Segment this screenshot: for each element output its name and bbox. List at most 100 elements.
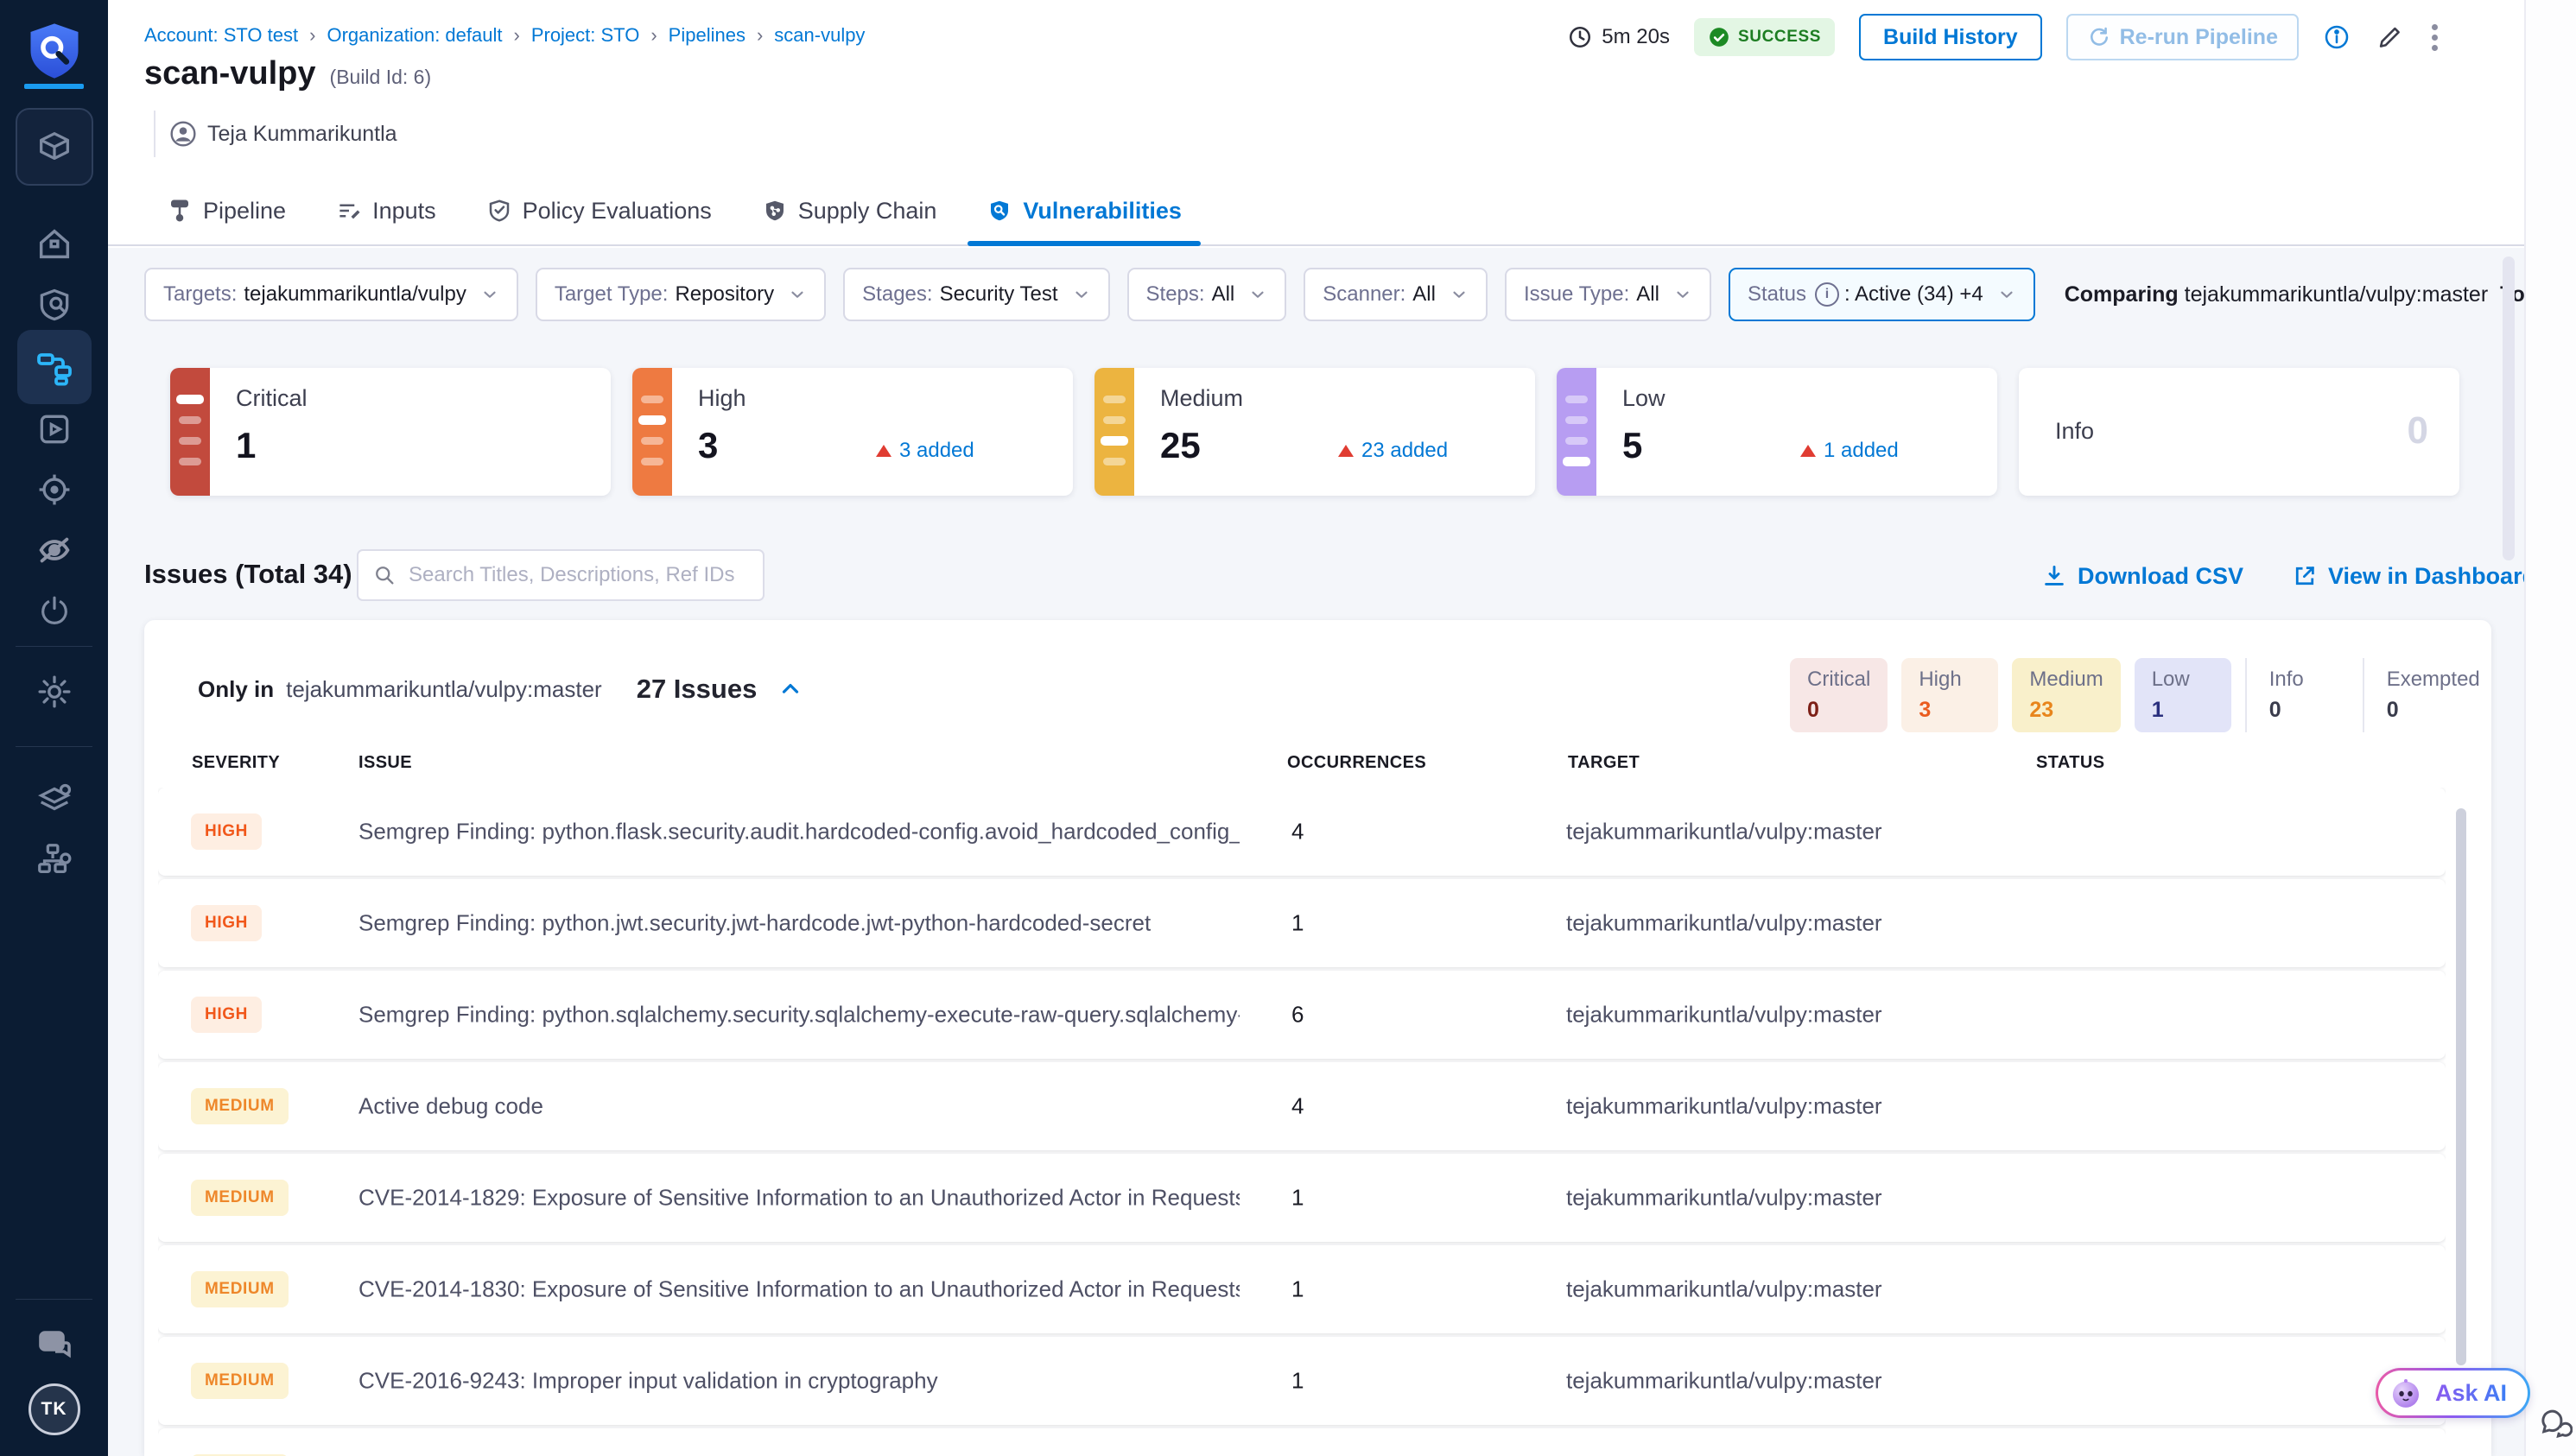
severity-chip[interactable]: Exempted 0 (2363, 658, 2497, 732)
target-icon (35, 471, 73, 509)
table-scrollbar-thumb[interactable] (2456, 808, 2466, 1365)
layers-gear-icon (35, 779, 74, 819)
breadcrumb-link[interactable]: Pipelines (669, 24, 775, 47)
filter-dropdown[interactable]: Target Type: i Repository (536, 268, 826, 321)
filter-dropdown[interactable]: Targets: i tejakummarikuntla/vulpy (144, 268, 518, 321)
info-button[interactable] (2323, 23, 2351, 51)
feedback-chat-button[interactable] (2536, 1406, 2573, 1447)
severity-meter-icon (1094, 368, 1134, 496)
breadcrumb-link[interactable]: Account: STO test (144, 24, 327, 47)
severity-card[interactable]: Critical 1 (170, 368, 611, 496)
sidebar-item-test-targets[interactable] (0, 282, 108, 328)
chevron-down-icon (1072, 285, 1091, 304)
tab-policy-evaluations[interactable]: Policy Evaluations (467, 177, 731, 244)
filter-dropdown[interactable]: Status i : Active (34) +4 (1729, 268, 2035, 321)
sidebar-item-get-started[interactable] (0, 588, 108, 635)
breadcrumb-link[interactable]: Organization: default (327, 24, 530, 47)
help-chat-icon: ? (34, 1324, 75, 1365)
severity-badge: HIGH (191, 905, 262, 941)
vulnerabilities-shield-icon (987, 198, 1012, 224)
tab-inputs[interactable]: Inputs (317, 177, 455, 244)
sidebar-item-governance[interactable] (0, 836, 108, 883)
severity-badge: MEDIUM (191, 1271, 289, 1307)
user-avatar[interactable]: TK (0, 1383, 108, 1435)
col-issue: ISSUE (358, 753, 412, 773)
filter-dropdown[interactable]: Issue Type: i All (1505, 268, 1711, 321)
gear-icon (35, 673, 73, 711)
issues-panel: Only in tejakummarikuntla/vulpy:master 2… (144, 620, 2491, 1456)
occurrences-count: 1 (1291, 1276, 1304, 1303)
issue-row[interactable]: MEDIUM CVE-2014-1830: Exposure of Sensit… (158, 1245, 2446, 1333)
issue-row[interactable]: MEDIUM CVE-2014-1829: Exposure of Sensit… (158, 1154, 2446, 1242)
build-history-button[interactable]: Build History (1859, 14, 2042, 60)
sidebar-item-project-settings[interactable] (0, 668, 108, 715)
chevron-down-icon (1450, 285, 1469, 304)
search-input[interactable] (407, 562, 763, 588)
content-scrollbar-thumb[interactable] (2503, 256, 2515, 560)
severity-card[interactable]: High 3 3 added (632, 368, 1073, 496)
tab-supply-chain[interactable]: Supply Chain (743, 177, 956, 244)
severity-card-label: High (698, 385, 746, 412)
filter-dropdown[interactable]: Stages: i Security Test (843, 268, 1109, 321)
severity-card-count: 3 (698, 425, 718, 466)
issue-title: Active debug code (358, 1093, 543, 1120)
severity-badge: HIGH (191, 813, 262, 850)
sidebar-item-help[interactable]: ? (0, 1321, 108, 1368)
issue-title: Semgrep Finding: python.sqlalchemy.secur… (358, 1002, 1240, 1029)
issue-row[interactable]: HIGH Semgrep Finding: python.sqlalchemy.… (158, 971, 2446, 1059)
severity-chip[interactable]: Medium 23 (2012, 658, 2120, 732)
more-options-button[interactable] (2428, 21, 2441, 54)
build-id: (Build Id: 6) (330, 66, 432, 89)
issue-row[interactable]: MEDIUM (158, 1428, 2446, 1456)
page-header: Account: STO testOrganization: defaultPr… (108, 0, 2524, 248)
app-root: ? TK ▶ Account: STO testOrganization: de… (0, 0, 2576, 1456)
ask-ai-button[interactable]: Ask AI (2376, 1368, 2530, 1418)
tab-vulnerabilities[interactable]: Vulnerabilities (968, 177, 1201, 244)
sidebar-item-pipelines[interactable] (0, 330, 108, 404)
severity-card-count: 1 (236, 425, 256, 466)
module-selector[interactable] (0, 110, 108, 184)
rerun-pipeline-button[interactable]: Re-run Pipeline (2066, 14, 2299, 60)
severity-card-label: Low (1622, 385, 1666, 412)
shield-scan-logo-icon (26, 21, 83, 81)
view-in-dashboard-button[interactable]: View in Dashboard (2292, 563, 2524, 590)
chevron-down-icon (1997, 285, 2016, 304)
vulnerabilities-content: Targets: i tejakummarikuntla/vulpy Targe… (108, 248, 2524, 1456)
sidebar-item-home[interactable] (0, 221, 108, 268)
filter-dropdown[interactable]: Steps: i All (1127, 268, 1287, 321)
edit-pipeline-button[interactable] (2375, 22, 2404, 52)
col-severity: SEVERITY (192, 753, 280, 773)
added-delta: 3 added (876, 439, 974, 463)
issues-search[interactable] (357, 549, 765, 601)
tab-bar: Pipeline Inputs Policy Evaluations (108, 177, 2524, 246)
severity-chip[interactable]: High 3 (1901, 658, 1998, 732)
breadcrumb-link[interactable]: Project: STO (531, 24, 669, 47)
tab-pipeline[interactable]: Pipeline (148, 177, 305, 244)
breadcrumb-link[interactable]: scan-vulpy (774, 24, 865, 47)
severity-card[interactable]: Medium 25 23 added (1094, 368, 1535, 496)
sidebar-item-executions[interactable] (0, 406, 108, 453)
severity-card-label: Medium (1160, 385, 1243, 412)
filter-dropdown[interactable]: Scanner: i All (1304, 268, 1488, 321)
sidebar-item-default-settings[interactable] (0, 775, 108, 822)
issues-section-title: Issues (Total 34) (144, 559, 352, 590)
pipelines-icon (17, 330, 92, 404)
sidebar-item-exemptions[interactable] (0, 527, 108, 573)
collapse-chevron-up-icon[interactable] (777, 676, 803, 702)
severity-card[interactable]: Low 5 1 added (1557, 368, 1997, 496)
issue-row[interactable]: MEDIUM Active debug code 4 tejakummariku… (158, 1062, 2446, 1150)
info-card[interactable]: Info 0 (2019, 368, 2459, 496)
sidebar-item-targets[interactable] (0, 466, 108, 513)
severity-chip[interactable]: Critical 0 (1790, 658, 1888, 732)
refresh-icon (2087, 25, 2111, 49)
issue-title: Semgrep Finding: python.jwt.security.jwt… (358, 910, 1151, 937)
occurrences-count: 6 (1291, 1002, 1304, 1029)
sto-logo-icon[interactable] (0, 19, 108, 83)
severity-chip[interactable]: Info 0 (2245, 658, 2349, 732)
severity-chip[interactable]: Low 1 (2135, 658, 2231, 732)
download-csv-button[interactable]: Download CSV (2041, 563, 2243, 590)
severity-meter-icon (170, 368, 210, 496)
issue-row[interactable]: MEDIUM CVE-2016-9243: Improper input val… (158, 1337, 2446, 1425)
issue-row[interactable]: HIGH Semgrep Finding: python.jwt.securit… (158, 879, 2446, 967)
issue-row[interactable]: HIGH Semgrep Finding: python.flask.secur… (158, 788, 2446, 876)
